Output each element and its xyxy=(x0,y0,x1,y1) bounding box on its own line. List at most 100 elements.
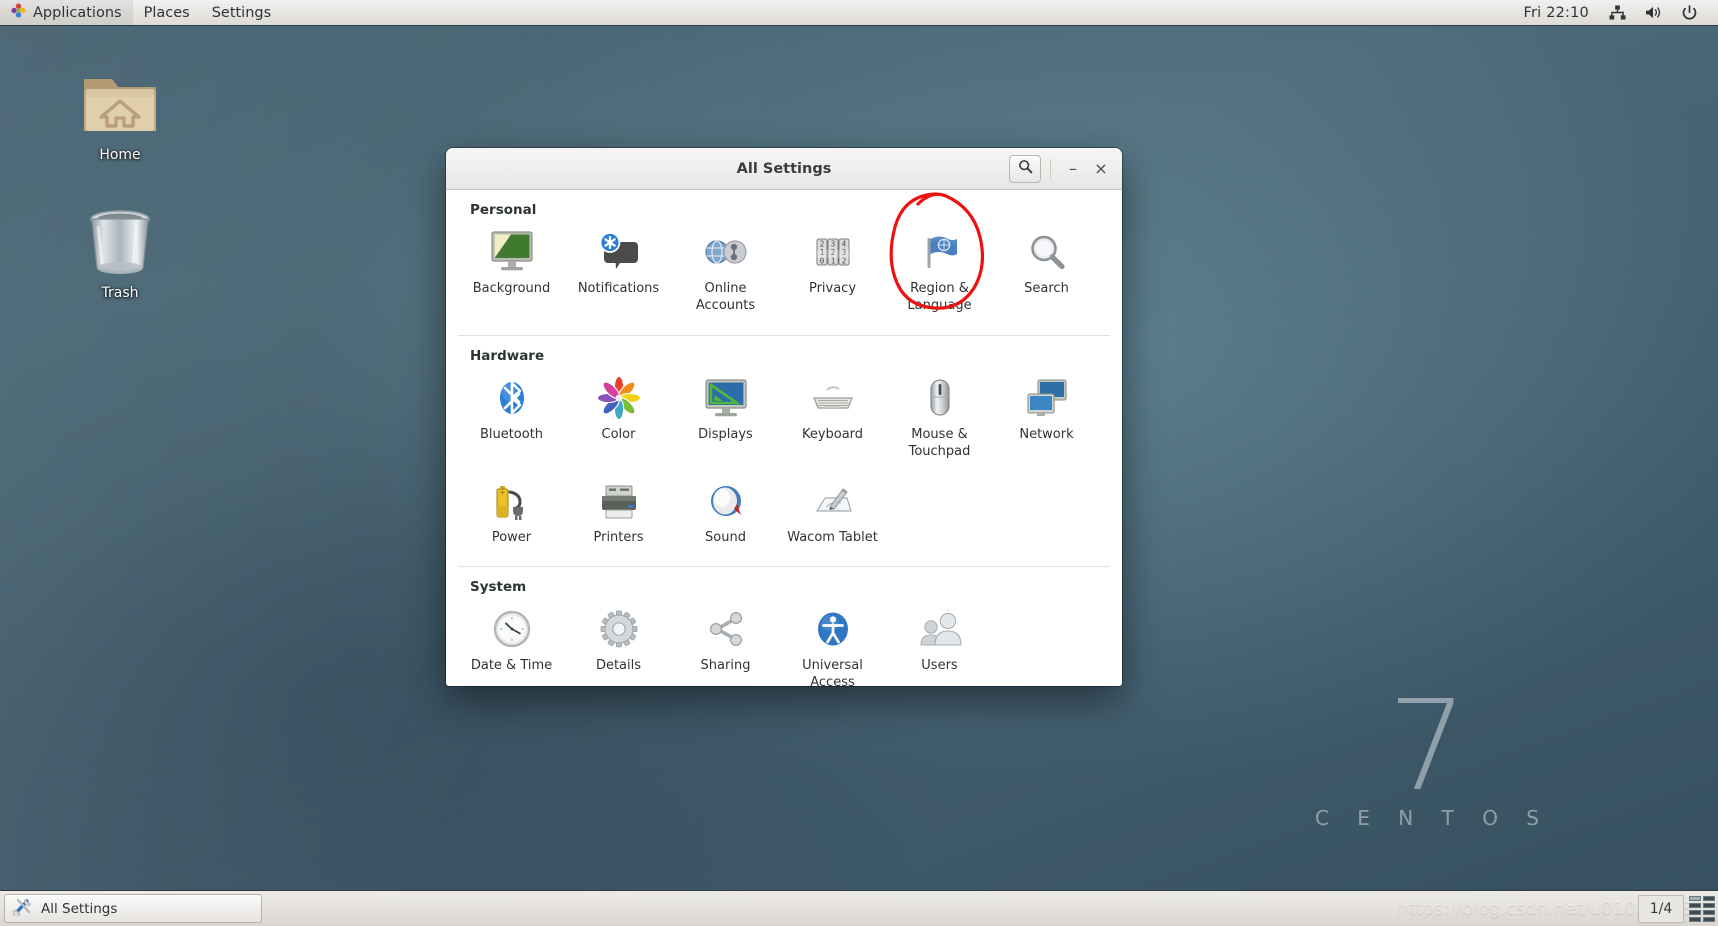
titlebar-separator xyxy=(1050,158,1051,179)
settings-item-notifications[interactable]: Notifications xyxy=(565,222,672,325)
workspace-cell[interactable] xyxy=(1703,917,1715,922)
settings-item-online-accounts[interactable]: Online Accounts xyxy=(672,222,779,325)
clock[interactable]: Fri 22:10 xyxy=(1514,5,1599,21)
settings-item-network[interactable]: Network xyxy=(993,368,1100,471)
settings-item-users[interactable]: Users xyxy=(886,599,993,686)
settings-item-label: Sound xyxy=(705,529,746,545)
printers-icon xyxy=(567,477,670,525)
menu-label: Places xyxy=(143,4,190,21)
menu-label: Settings xyxy=(211,4,272,21)
settings-item-color[interactable]: Color xyxy=(565,368,672,471)
settings-item-label: Details xyxy=(595,658,642,674)
trash-icon xyxy=(61,200,179,280)
workspace-cell[interactable] xyxy=(1689,903,1701,908)
settings-item-bluetooth[interactable]: Bluetooth xyxy=(458,368,565,471)
universal-access-icon xyxy=(781,605,884,653)
workspace-cell[interactable] xyxy=(1703,903,1715,908)
workspace-cell[interactable] xyxy=(1689,896,1701,901)
workspace-row xyxy=(1689,896,1715,901)
workspace-cell[interactable] xyxy=(1689,917,1701,922)
bluetooth-icon xyxy=(460,374,563,422)
power-icon[interactable] xyxy=(1673,0,1706,25)
search-icon xyxy=(1018,159,1033,178)
sharing-icon xyxy=(674,605,777,653)
settings-item-region-language[interactable]: Region & Language xyxy=(886,222,993,325)
all-settings-window: All Settings – × Personal Background Not… xyxy=(446,148,1122,686)
notifications-icon xyxy=(567,228,670,276)
sound-icon xyxy=(674,477,777,525)
settings-item-keyboard[interactable]: Keyboard xyxy=(779,368,886,471)
power-settings-icon: + xyxy=(460,477,563,525)
settings-grid-personal: Background Notifications Online Accounts… xyxy=(458,222,1110,325)
section-title: System xyxy=(470,579,527,596)
workspace-cell[interactable] xyxy=(1689,910,1701,915)
color-icon xyxy=(567,374,670,422)
settings-item-label: Background xyxy=(472,281,551,296)
settings-item-mouse-touchpad[interactable]: Mouse & Touchpad xyxy=(886,368,993,471)
desktop-icon-label: Home xyxy=(99,147,141,163)
menu-applications[interactable]: Applications xyxy=(0,0,133,25)
volume-icon[interactable] xyxy=(1636,0,1671,25)
centos-branding: 7 C E N T O S xyxy=(1305,684,1550,830)
settings-item-label: Bluetooth xyxy=(479,426,544,442)
settings-panel-body: Personal Background Notifications Online… xyxy=(446,190,1122,686)
taskbar: All Settings https://blog.csdn.net/u0102… xyxy=(0,890,1718,926)
search-button[interactable] xyxy=(1009,154,1041,183)
workspace-cell[interactable] xyxy=(1703,896,1715,901)
workspace-cell[interactable] xyxy=(1703,910,1715,915)
settings-item-wacom-tablet[interactable]: Wacom Tablet xyxy=(779,471,886,557)
workspace-row xyxy=(1689,903,1715,908)
settings-item-displays[interactable]: Displays xyxy=(672,368,779,471)
wacom-tablet-icon xyxy=(781,477,884,525)
network-icon[interactable] xyxy=(1601,0,1634,25)
section-hardware: Hardware Bluetooth Color Displays Keyboa… xyxy=(458,334,1110,557)
settings-item-universal-access[interactable]: Universal Access xyxy=(779,599,886,686)
settings-item-label: Date & Time xyxy=(470,658,553,674)
keyboard-icon xyxy=(781,374,884,422)
settings-item-label: Displays xyxy=(698,426,753,442)
section-personal: Personal Background Notifications Online… xyxy=(458,190,1110,325)
settings-item-sound[interactable]: Sound xyxy=(672,471,779,557)
online-accounts-icon xyxy=(674,228,777,276)
applications-icon xyxy=(11,3,26,22)
tools-icon xyxy=(12,897,33,920)
settings-item-label: Privacy xyxy=(808,281,857,296)
settings-item-label: Printers xyxy=(593,529,644,545)
taskbar-window-button[interactable]: All Settings xyxy=(4,894,262,923)
window-titlebar[interactable]: All Settings – × xyxy=(446,148,1122,190)
settings-grid-system: Date & Time Details Sharing Universal Ac… xyxy=(458,599,1110,686)
settings-item-label: Universal Access xyxy=(802,658,863,686)
settings-item-background[interactable]: Background xyxy=(458,222,565,325)
workspace-indicator[interactable]: 1/4 xyxy=(1638,895,1684,923)
home-folder-icon xyxy=(61,62,179,142)
settings-item-privacy[interactable]: 210 321 432 Privacy xyxy=(779,222,886,325)
privacy-icon: 210 321 432 xyxy=(781,228,884,276)
settings-item-power[interactable]: + Power xyxy=(458,471,565,557)
settings-item-date-time[interactable]: Date & Time xyxy=(458,599,565,686)
settings-item-search[interactable]: Search xyxy=(993,222,1100,325)
region-language-icon xyxy=(888,228,991,276)
desktop-icon-trash[interactable]: Trash xyxy=(61,200,179,301)
workspace-switcher[interactable] xyxy=(1689,895,1715,923)
menu-places[interactable]: Places xyxy=(133,0,201,25)
close-button[interactable]: × xyxy=(1088,156,1114,182)
desktop-icon-home[interactable]: Home xyxy=(61,62,179,163)
menu-settings[interactable]: Settings xyxy=(201,0,282,25)
desktop-icon-label: Trash xyxy=(101,285,139,301)
section-title: Hardware xyxy=(470,347,545,364)
settings-item-details[interactable]: Details xyxy=(565,599,672,686)
top-panel: Applications Places Settings Fri 22:10 xyxy=(0,0,1718,26)
minimize-button[interactable]: – xyxy=(1060,156,1086,182)
settings-item-sharing[interactable]: Sharing xyxy=(672,599,779,686)
system-tray: Fri 22:10 xyxy=(1514,0,1718,25)
settings-item-label: Keyboard xyxy=(801,426,864,442)
date-time-icon xyxy=(460,605,563,653)
svg-text:+: + xyxy=(499,489,504,496)
workspace-row xyxy=(1689,910,1715,915)
search-settings-icon xyxy=(995,228,1098,276)
settings-item-label: Network xyxy=(1019,426,1074,442)
settings-item-label: Users xyxy=(921,658,958,674)
settings-item-printers[interactable]: Printers xyxy=(565,471,672,557)
settings-item-label: Online Accounts xyxy=(695,281,756,313)
settings-item-label: Mouse & Touchpad xyxy=(908,426,971,459)
